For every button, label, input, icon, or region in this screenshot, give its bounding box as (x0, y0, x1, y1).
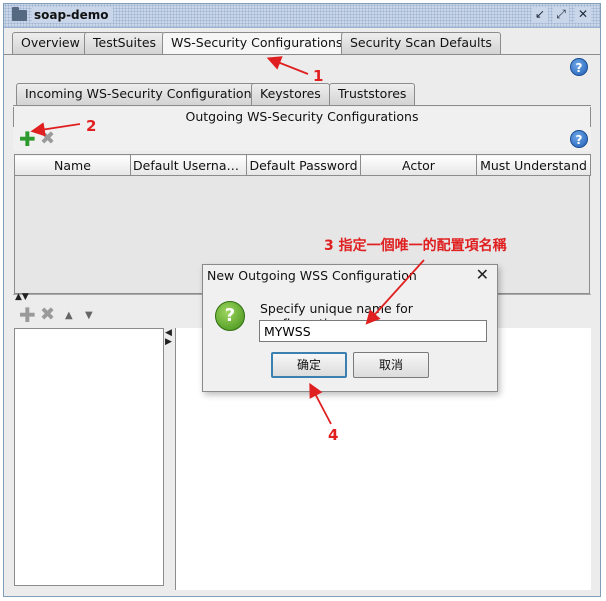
dialog-title: New Outgoing WSS Configuration (207, 268, 417, 283)
help-icon[interactable]: ? (570, 58, 588, 76)
remove-entry-icon[interactable]: ✖ (40, 305, 55, 325)
move-up-icon[interactable]: ▲ (65, 310, 73, 321)
table-header-row: Name Default Username… Default Password … (14, 154, 591, 176)
pane-collapse-icon[interactable]: ◀ ▶ (165, 329, 172, 347)
tab-overview[interactable]: Overview (12, 32, 89, 54)
remove-icon[interactable]: ✖ (40, 129, 55, 149)
table-toolbar: ✚ ✖ ? (13, 127, 591, 151)
tab-truststores[interactable]: Truststores (329, 83, 416, 105)
section-title: Outgoing WS-Security Configurations (13, 107, 591, 127)
tab-ws-security-configurations[interactable]: WS-Security Configurations (162, 32, 352, 55)
tab-divider (4, 54, 600, 55)
inner-tab-divider (13, 105, 591, 106)
new-wss-dialog: New Outgoing WSS Configuration ✕ ? Speci… (202, 264, 498, 392)
window-titlebar: soap-demo ↙ ⤢ ✕ (4, 4, 600, 28)
column-header-default-username[interactable]: Default Username… (130, 154, 247, 176)
tab-keystores[interactable]: Keystores (251, 83, 330, 105)
window-title: soap-demo (32, 7, 113, 23)
move-down-icon[interactable]: ▼ (85, 310, 93, 321)
annotation-label-2: 2 (86, 117, 97, 135)
main-tabs: Overview TestSuites WS-Security Configur… (4, 32, 600, 55)
close-icon[interactable]: ✕ (575, 7, 591, 23)
folder-icon (12, 7, 27, 21)
cancel-button[interactable]: 取消 (353, 352, 429, 378)
splitter-arrows-icon[interactable]: ▲▼ (15, 292, 29, 302)
add-entry-icon[interactable]: ✚ (19, 305, 36, 325)
column-header-actor[interactable]: Actor (360, 154, 477, 176)
inner-tabs: Incoming WS-Security Configurations Keys… (13, 83, 591, 106)
column-header-name[interactable]: Name (14, 154, 131, 176)
tab-security-scan-defaults[interactable]: Security Scan Defaults (341, 32, 501, 54)
config-name-input[interactable] (259, 320, 487, 342)
entry-list-pane[interactable] (14, 328, 164, 586)
minimize-icon[interactable]: ↙ (532, 7, 548, 23)
tab-incoming-ws-security[interactable]: Incoming WS-Security Configurations (16, 83, 268, 105)
annotation-label-4: 4 (328, 426, 339, 444)
annotation-label-1: 1 (313, 67, 324, 85)
question-icon: ? (215, 301, 245, 331)
column-header-default-password[interactable]: Default Password (246, 154, 361, 176)
ok-button[interactable]: 确定 (271, 352, 347, 378)
maximize-icon[interactable]: ⤢ (553, 7, 569, 23)
dialog-close-icon[interactable]: ✕ (476, 265, 489, 284)
column-header-must-understand[interactable]: Must Understand (476, 154, 591, 176)
annotation-label-3: 3 指定一個唯一的配置項名稱 (324, 238, 507, 254)
add-icon[interactable]: ✚ (19, 129, 36, 149)
tab-testsuites[interactable]: TestSuites (84, 32, 166, 54)
ws-config-table: Name Default Username… Default Password … (14, 154, 591, 176)
help-icon[interactable]: ? (570, 130, 588, 148)
